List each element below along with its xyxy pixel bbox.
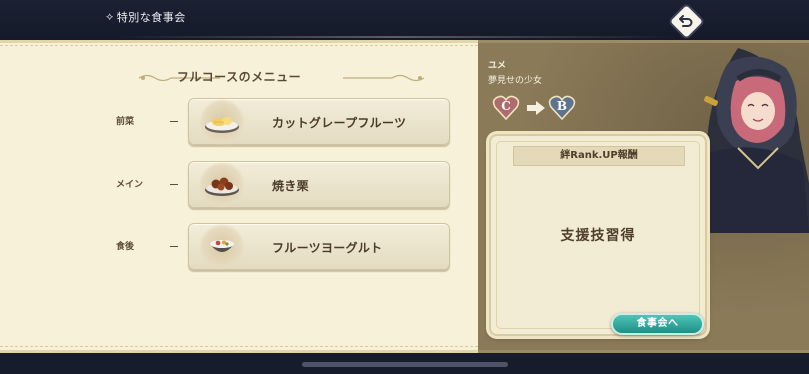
go-to-dining-button[interactable]: 食事会へ [611, 313, 704, 335]
reward-card: 絆Rank.UP報酬 支援技習得 [489, 134, 707, 336]
course-label: メイン [116, 180, 144, 190]
top-bar-divider [115, 36, 675, 38]
reward-text: 支援技習得 [560, 228, 636, 244]
rank-from-badge: C [492, 95, 520, 121]
character-panel: ユメ 夢見せの少女 C B 絆Rank.UP報酬 支援技習得 食事会へ [478, 40, 809, 353]
reward-header: 絆Rank.UP報酬 [513, 146, 685, 166]
screen-title-text: 特別な食事会 [116, 11, 186, 24]
course-row-main: メイン 焼き栗 [0, 161, 478, 209]
character-title: 夢見せの少女 [488, 76, 543, 86]
course-row-dessert: 食後 フルーツヨーグルト [0, 223, 478, 271]
course-label: 前菜 [116, 117, 135, 127]
dish-card-appetizer[interactable]: カットグレープフルーツ [188, 98, 450, 145]
back-button[interactable] [669, 4, 703, 38]
character-name: ユメ [488, 61, 507, 71]
dish-name: カットグレープフルーツ [272, 116, 407, 130]
dish-card-main[interactable]: 焼き栗 [188, 161, 450, 208]
grapefruit-plate-icon [199, 99, 245, 145]
rank-to-letter: B [556, 99, 568, 113]
course-dash [170, 184, 178, 185]
title-emblem-icon: ⟡ [106, 10, 114, 23]
home-indicator[interactable] [302, 362, 508, 367]
rank-from-letter: C [501, 99, 511, 113]
rank-to-badge: B [548, 95, 576, 121]
fruit-yogurt-bowl-icon [199, 224, 245, 270]
course-dash [170, 246, 178, 247]
heading-flourish-right-icon [343, 74, 425, 82]
dish-name: 焼き栗 [272, 179, 309, 193]
roasted-chestnuts-icon [199, 162, 245, 208]
screen-title: ⟡ 特別な食事会 [106, 9, 186, 25]
dish-name: フルーツヨーグルト [272, 241, 383, 255]
course-row-appetizer: 前菜 カットグレープフルーツ [0, 98, 478, 146]
rank-up-arrow-icon [527, 101, 545, 115]
dish-card-dessert[interactable]: フルーツヨーグルト [188, 223, 450, 270]
course-dash [170, 121, 178, 122]
menu-panel: フルコースのメニュー 前菜 カットグレープフルーツ メイン 焼き栗 食後 フルー… [0, 40, 478, 353]
top-bar: ⟡ 特別な食事会 [0, 0, 809, 40]
return-arrow-icon [679, 15, 693, 27]
rank-progress: C B [492, 95, 612, 123]
course-label: 食後 [116, 242, 135, 252]
